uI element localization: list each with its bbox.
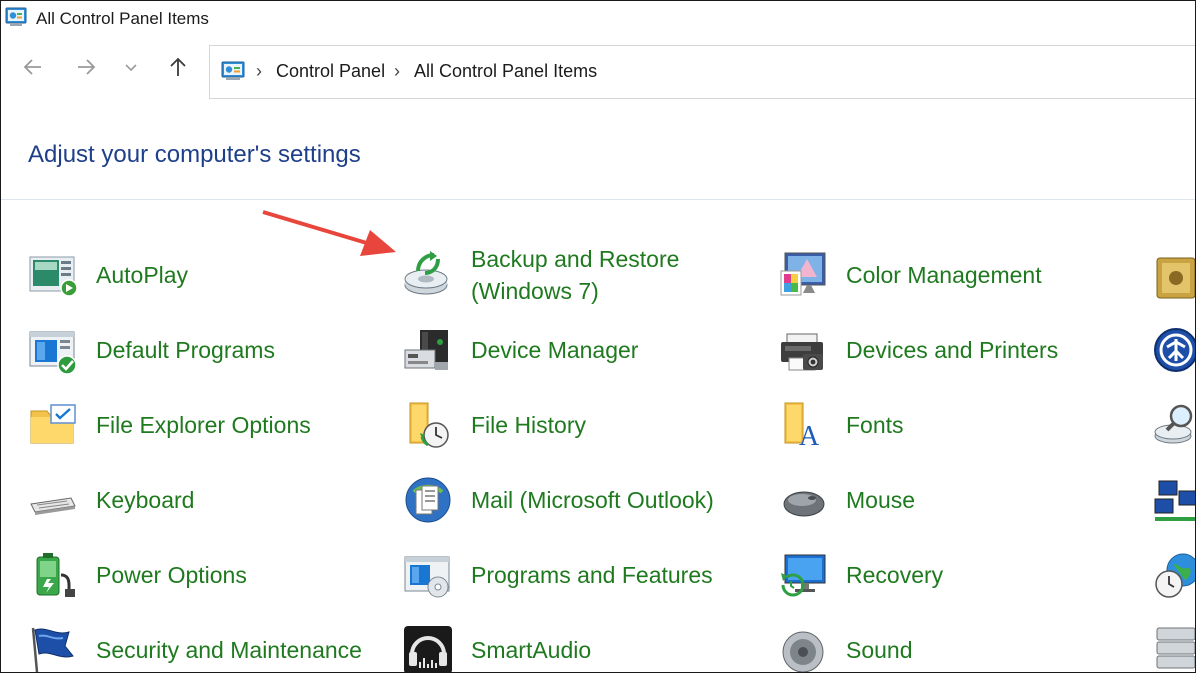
item-label: Power Options [96, 562, 247, 588]
control-panel-items-grid: AutoPlay Backup and Restore (Windows 7) [1, 200, 1195, 672]
autoplay-icon [29, 256, 78, 297]
item-label: Color Management [846, 262, 1042, 288]
devices-printers-icon [781, 333, 823, 371]
back-button[interactable] [19, 53, 47, 81]
chevron-right-icon: › [394, 61, 400, 81]
control-panel-app-icon [5, 7, 27, 26]
item-label: Programs and Features [471, 562, 713, 588]
item-label: Keyboard [96, 487, 195, 513]
item-label: File Explorer Options [96, 412, 311, 438]
programs-features-icon [404, 556, 450, 598]
default-programs-icon [29, 331, 77, 375]
navigation-bar: › Control Panel › All Control Panel Item… [1, 37, 1195, 99]
breadcrumb-control-panel[interactable]: Control Panel [276, 61, 385, 82]
item-label: SmartAudio [471, 637, 592, 663]
indexing-options-icon-partial [1154, 404, 1193, 444]
breadcrumb-all-items[interactable]: All Control Panel Items [414, 61, 597, 82]
mail-icon [405, 477, 451, 523]
item-label: Security and Maintenance [96, 637, 362, 663]
page-heading: Adjust your computer's settings [28, 141, 361, 168]
arrow-left-icon [23, 59, 41, 75]
network-sharing-icon-partial [1154, 480, 1195, 521]
item-label: Sound [846, 637, 913, 663]
item-label: Device Manager [471, 337, 639, 363]
control-panel-window: All Control Panel Items › Control Panel [0, 0, 1196, 673]
recovery-icon [781, 554, 826, 597]
file-history-icon [409, 402, 449, 448]
device-manager-icon [404, 330, 448, 370]
sound-icon [782, 631, 824, 672]
ease-of-access-icon-partial [1154, 328, 1195, 372]
storage-spaces-icon-partial [1156, 627, 1195, 669]
svg-text:A: A [799, 421, 820, 451]
item-label: File History [471, 412, 587, 438]
item-label: Fonts [846, 412, 904, 438]
power-options-icon [36, 553, 75, 597]
keyboard-icon [30, 497, 76, 515]
mouse-icon [783, 491, 825, 517]
item-label: Default Programs [96, 337, 275, 363]
recent-locations-button[interactable] [117, 53, 145, 81]
security-maintenance-icon [31, 627, 74, 672]
administrative-tools-icon-partial [1156, 257, 1195, 299]
chevron-right-icon: › [256, 61, 262, 81]
address-bar[interactable]: › Control Panel › All Control Panel Item… [209, 45, 1195, 99]
title-bar: All Control Panel Items [1, 1, 1195, 37]
item-label-line2: (Windows 7) [471, 278, 599, 304]
item-label: Mouse [846, 487, 916, 513]
backup-restore-icon [404, 251, 448, 295]
item-label: Devices and Printers [846, 337, 1059, 363]
fonts-icon: A [784, 402, 820, 451]
forward-button[interactable] [72, 53, 100, 81]
item-label: Backup and Restore [471, 246, 680, 272]
control-panel-icon [221, 61, 245, 80]
window-title: All Control Panel Items [36, 9, 209, 28]
smartaudio-icon [404, 626, 452, 672]
item-label: AutoPlay [96, 262, 189, 288]
arrow-right-icon [78, 59, 96, 75]
chevron-down-icon [125, 64, 137, 72]
region-icon-partial [1155, 553, 1195, 598]
item-label: Recovery [846, 562, 944, 588]
up-button[interactable] [164, 53, 192, 81]
arrow-up-icon [170, 57, 186, 76]
item-label: Mail (Microsoft Outlook) [471, 487, 714, 513]
file-explorer-options-icon [30, 404, 76, 444]
color-management-icon [780, 252, 826, 296]
